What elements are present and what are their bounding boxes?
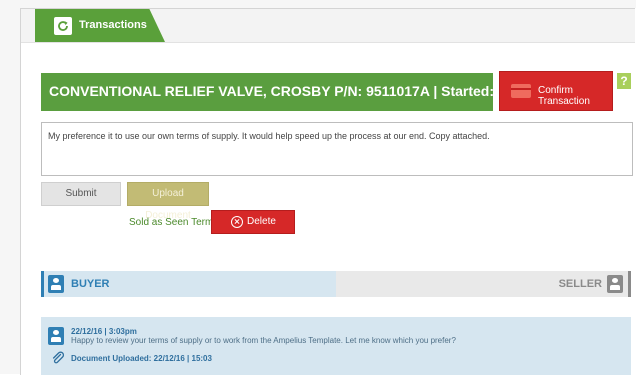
- buyer-header: BUYER: [41, 271, 336, 297]
- transaction-title: CONVENTIONAL RELIEF VALVE, CROSBY P/N: 9…: [49, 83, 553, 99]
- tab-transactions[interactable]: Transactions: [35, 9, 165, 42]
- backdrop-left: [0, 0, 20, 374]
- seller-user-icon: [607, 275, 623, 293]
- commenter-user-icon: [48, 327, 64, 345]
- upload-document-button[interactable]: Upload Document: [127, 182, 209, 221]
- tab-label: Transactions: [79, 19, 147, 31]
- confirm-transaction-button[interactable]: Confirm Transaction: [499, 71, 613, 111]
- confirm-transaction-label: Confirm Transaction: [538, 85, 590, 107]
- document-uploaded-link[interactable]: Document Uploaded: 22/12/16 | 15:03: [71, 354, 212, 363]
- delete-label: Delete: [247, 216, 276, 227]
- message-text: My preference it to use our own terms of…: [48, 131, 490, 141]
- help-icon[interactable]: ?: [617, 73, 631, 89]
- buyer-comment: 22/12/16 | 3:03pm Happy to review your t…: [41, 317, 631, 375]
- transaction-header: CONVENTIONAL RELIEF VALVE, CROSBY P/N: 9…: [41, 73, 552, 111]
- refresh-icon: [54, 17, 72, 35]
- card-icon: [511, 84, 531, 98]
- seller-label: SELLER: [558, 278, 602, 290]
- backdrop-top: [0, 0, 636, 8]
- paperclip-icon: [51, 351, 65, 365]
- submit-button[interactable]: Submit: [41, 182, 121, 206]
- buyer-user-icon: [48, 275, 64, 293]
- top-bar: Transactions: [21, 9, 635, 43]
- comment-timestamp: 22/12/16 | 3:03pm: [71, 327, 137, 336]
- comment-text: Happy to review your terms of supply or …: [71, 336, 456, 345]
- remove-circle-icon: [231, 216, 243, 228]
- seller-header: SELLER: [336, 271, 631, 297]
- buyer-label: BUYER: [71, 278, 110, 290]
- delete-button[interactable]: Delete: [211, 210, 295, 234]
- transaction-panel: Transactions CONVENTIONAL RELIEF VALVE, …: [20, 8, 635, 375]
- party-bar: BUYER SELLER: [41, 271, 631, 297]
- message-input[interactable]: My preference it to use our own terms of…: [41, 122, 633, 176]
